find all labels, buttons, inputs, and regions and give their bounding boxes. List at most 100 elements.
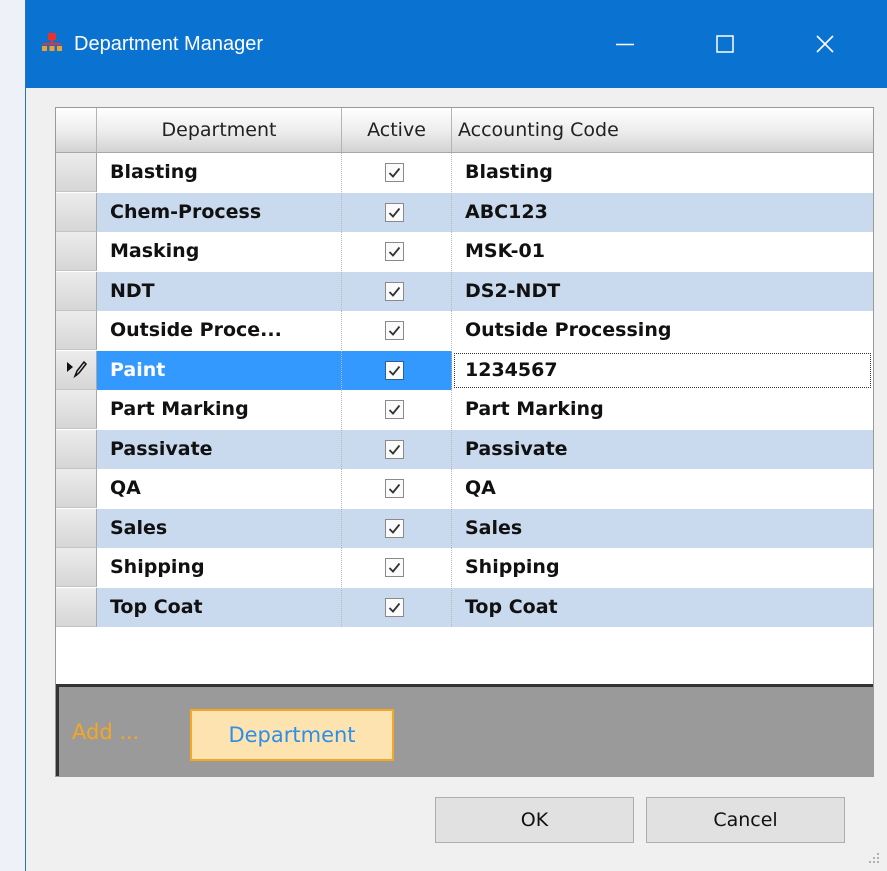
table-row[interactable]: Paint 1234567 — [56, 350, 873, 390]
department-manager-window: Department Manager Department Active Acc… — [25, 0, 887, 871]
cell-accounting-code[interactable]: Sales — [452, 509, 873, 548]
checkmark-icon — [388, 602, 401, 613]
row-selector[interactable] — [56, 232, 97, 271]
active-checkbox[interactable] — [385, 281, 404, 301]
table-row[interactable]: Blasting Blasting — [56, 153, 873, 192]
active-checkbox[interactable] — [385, 558, 404, 577]
cell-department[interactable]: Passivate — [97, 429, 342, 469]
cell-department[interactable]: Blasting — [97, 153, 342, 192]
row-selector[interactable] — [56, 192, 97, 232]
row-selector[interactable] — [56, 271, 97, 311]
column-header-active[interactable]: Active — [342, 108, 452, 153]
table-row[interactable]: Sales Sales — [56, 508, 873, 548]
department-grid[interactable]: Department Active Accounting Code Blasti… — [55, 107, 874, 777]
cell-department[interactable]: Top Coat — [97, 587, 342, 627]
row-selector[interactable] — [56, 548, 97, 587]
cell-department[interactable]: Shipping — [97, 548, 342, 587]
cell-active[interactable] — [342, 311, 452, 350]
maximize-button[interactable] — [681, 0, 769, 88]
cell-active[interactable] — [342, 192, 452, 232]
active-checkbox[interactable] — [385, 597, 404, 617]
table-row[interactable]: QA QA — [56, 469, 873, 508]
active-checkbox[interactable] — [385, 202, 404, 222]
add-label: Add ... — [72, 720, 140, 744]
column-header-accounting-code[interactable]: Accounting Code — [452, 108, 873, 153]
add-department-button[interactable]: Department — [190, 709, 394, 761]
cell-department[interactable]: Outside Proce... — [97, 311, 342, 350]
cell-department[interactable]: Part Marking — [97, 390, 342, 429]
cell-accounting-code[interactable]: Blasting — [452, 153, 873, 192]
active-checkbox[interactable] — [385, 479, 404, 498]
add-new-row-bar: Add ... Department — [56, 684, 873, 776]
cell-accounting-code[interactable]: Shipping — [452, 548, 873, 587]
row-selector[interactable] — [56, 508, 97, 548]
title-bar[interactable]: Department Manager — [26, 0, 887, 88]
cell-accounting-code[interactable]: 1234567 — [452, 350, 873, 390]
row-selector[interactable] — [56, 350, 97, 390]
org-chart-icon — [42, 33, 62, 51]
cell-accounting-code[interactable]: Outside Processing — [452, 311, 873, 350]
table-row[interactable]: NDT DS2-NDT — [56, 271, 873, 311]
cell-active[interactable] — [342, 469, 452, 508]
active-checkbox[interactable] — [385, 242, 404, 261]
edit-pencil-icon — [67, 360, 87, 378]
close-button[interactable] — [781, 0, 869, 88]
active-checkbox[interactable] — [385, 321, 404, 340]
cell-active[interactable] — [342, 350, 452, 390]
cell-department[interactable]: Sales — [97, 508, 342, 548]
cell-department[interactable]: Masking — [97, 232, 342, 271]
column-header-department[interactable]: Department — [97, 108, 342, 153]
window-title: Department Manager — [74, 33, 263, 55]
cell-active[interactable] — [342, 548, 452, 587]
active-checkbox[interactable] — [385, 163, 404, 182]
cell-active[interactable] — [342, 429, 452, 469]
cell-department[interactable]: Chem-Process — [97, 192, 342, 232]
ok-button[interactable]: OK — [435, 797, 634, 843]
row-selector[interactable] — [56, 153, 97, 192]
cell-active[interactable] — [342, 153, 452, 192]
checkmark-icon — [388, 562, 401, 573]
active-checkbox[interactable] — [385, 518, 404, 538]
grid-corner-header[interactable] — [56, 108, 97, 153]
close-icon — [816, 35, 834, 53]
cell-active[interactable] — [342, 390, 452, 429]
row-selector[interactable] — [56, 429, 97, 469]
row-selector[interactable] — [56, 311, 97, 350]
checkmark-icon — [388, 286, 401, 297]
table-row[interactable]: Part Marking Part Marking — [56, 390, 873, 429]
cell-department[interactable]: NDT — [97, 271, 342, 311]
cell-accounting-code[interactable]: Top Coat — [452, 588, 873, 627]
row-selector[interactable] — [56, 390, 97, 429]
minimize-button[interactable] — [581, 0, 669, 88]
cell-active[interactable] — [342, 508, 452, 548]
cell-accounting-code[interactable]: Passivate — [452, 430, 873, 469]
resize-grip-icon[interactable] — [867, 851, 881, 865]
table-row[interactable]: Passivate Passivate — [56, 429, 873, 469]
cell-active[interactable] — [342, 587, 452, 627]
table-row[interactable]: Outside Proce... Outside Processing — [56, 311, 873, 350]
active-checkbox[interactable] — [385, 400, 404, 419]
cell-accounting-code[interactable]: QA — [452, 469, 873, 508]
table-row[interactable]: Chem-Process ABC123 — [56, 192, 873, 232]
checkmark-icon — [388, 523, 401, 534]
maximize-icon — [716, 35, 734, 53]
row-selector[interactable] — [56, 469, 97, 508]
table-row[interactable]: Masking MSK-01 — [56, 232, 873, 271]
cell-accounting-code[interactable]: MSK-01 — [452, 232, 873, 271]
checkmark-icon — [388, 483, 401, 494]
cancel-button[interactable]: Cancel — [646, 797, 845, 843]
cell-department[interactable]: Paint — [97, 350, 342, 390]
table-row[interactable]: Top Coat Top Coat — [56, 587, 873, 627]
cell-accounting-code[interactable]: ABC123 — [452, 193, 873, 232]
row-selector[interactable] — [56, 587, 97, 627]
checkmark-icon — [388, 365, 401, 376]
cell-accounting-code[interactable]: Part Marking — [452, 390, 873, 429]
table-row[interactable]: Shipping Shipping — [56, 548, 873, 587]
cell-department[interactable]: QA — [97, 469, 342, 508]
cell-accounting-code[interactable]: DS2-NDT — [452, 272, 873, 311]
cell-active[interactable] — [342, 271, 452, 311]
cell-active[interactable] — [342, 232, 452, 271]
active-checkbox[interactable] — [385, 439, 404, 459]
minimize-icon — [616, 43, 634, 46]
active-checkbox[interactable] — [385, 360, 404, 380]
